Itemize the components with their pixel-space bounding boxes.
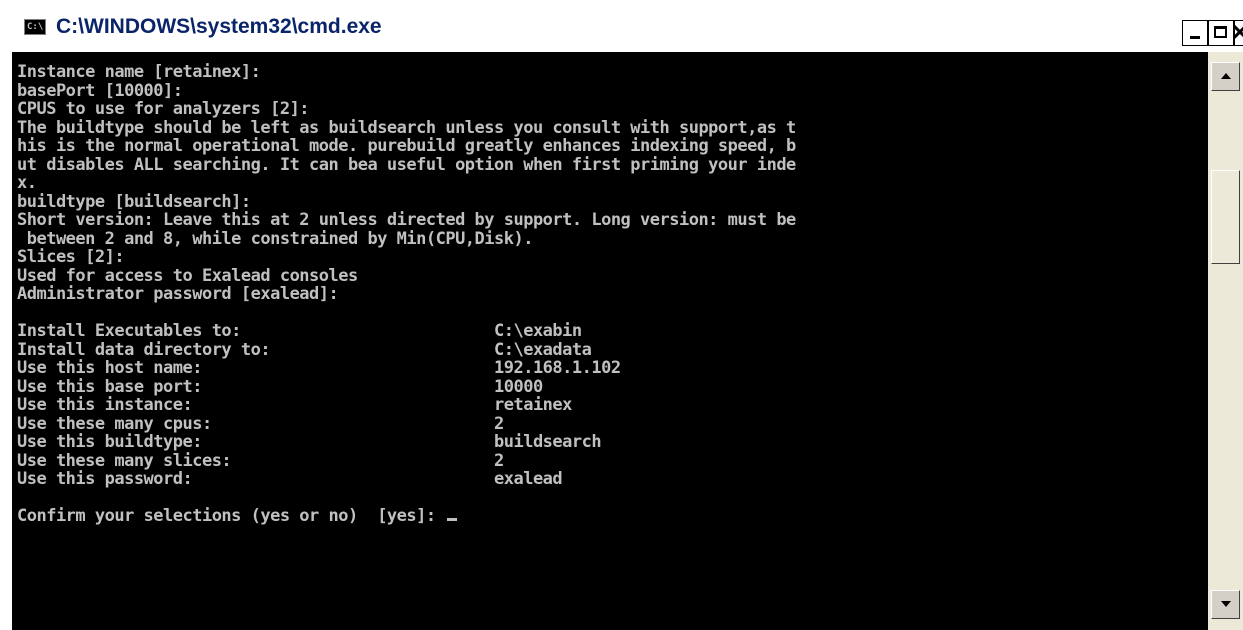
console-prompt-line[interactable]: Confirm your selections (yes or no) [yes… — [17, 507, 796, 526]
console-line: CPUS to use for analyzers [2]: — [17, 99, 310, 119]
vertical-scrollbar[interactable] — [1208, 52, 1243, 630]
console-lines: Instance name [retainex]: basePort [1000… — [17, 63, 796, 526]
console-line: Administrator password [exalead]: — [17, 284, 339, 304]
console-line: Used for access to Exalead consoles — [17, 265, 358, 286]
maximize-button[interactable] — [1208, 20, 1234, 46]
console-line: Use these many slices: 2 — [17, 450, 504, 471]
console-line: The buildtype should be left as buildsea… — [17, 117, 796, 138]
console-line: ut disables ALL searching. It can bea us… — [17, 154, 796, 175]
scroll-up-arrow-icon[interactable] — [1211, 62, 1240, 91]
title-bar[interactable]: C:\ C:\WINDOWS\system32\cmd.exe — [0, 0, 1243, 52]
minimize-button[interactable] — [1182, 20, 1208, 46]
console-line: Use this password: exalead — [17, 469, 563, 489]
console-line: buildtype [buildsearch]: — [17, 191, 251, 212]
cmd-window: C:\ C:\WINDOWS\system32\cmd.exe Instance… — [0, 0, 1243, 630]
console-line: Use this base port: 10000 — [17, 376, 543, 397]
close-button[interactable] — [1234, 20, 1243, 46]
console-app-icon[interactable]: C:\ — [24, 19, 46, 35]
console-line: x. — [17, 173, 37, 193]
confirm-prompt: Confirm your selections (yes or no) [yes… — [17, 506, 446, 526]
console-line: Use this buildtype: buildsearch — [17, 432, 602, 452]
console-output[interactable]: Instance name [retainex]: basePort [1000… — [12, 52, 1208, 630]
console-line: Use this host name: 192.168.1.102 — [17, 358, 621, 378]
console-line: Instance name [retainex]: — [17, 62, 261, 82]
console-line: Use these many cpus: 2 — [17, 413, 504, 434]
console-line: his is the normal operational mode. pure… — [17, 136, 796, 156]
console-app-icon-label: C:\ — [27, 22, 44, 32]
console-line: between 2 and 8, while constrained by Mi… — [17, 228, 534, 249]
console-line: Slices [2]: — [17, 247, 125, 267]
scrollbar-thumb[interactable] — [1211, 170, 1240, 264]
console-line: Short version: Leave this at 2 unless di… — [17, 210, 796, 230]
text-cursor — [447, 518, 458, 521]
scroll-down-arrow-icon[interactable] — [1211, 590, 1240, 619]
console-line: Install Executables to: C:\exabin — [17, 321, 582, 341]
window-title: C:\WINDOWS\system32\cmd.exe — [56, 15, 382, 38]
console-line: Use this instance: retainex — [17, 395, 572, 415]
console-line: Install data directory to: C:\exadata — [17, 339, 592, 360]
console-line: basePort [10000]: — [17, 80, 183, 101]
